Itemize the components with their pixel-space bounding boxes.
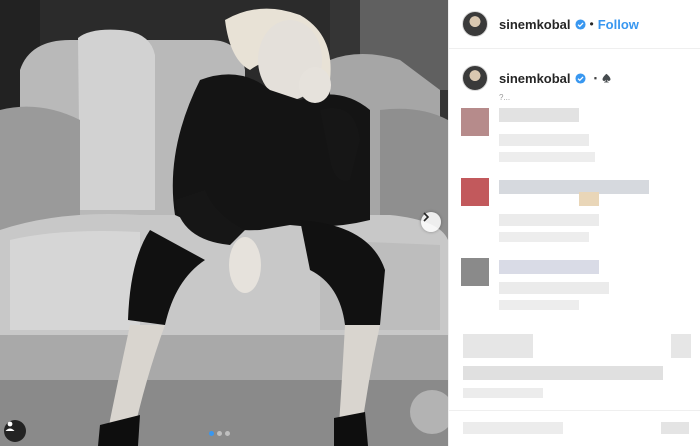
verified-badge-icon bbox=[574, 72, 586, 84]
verified-badge-icon bbox=[574, 18, 586, 30]
username-link[interactable]: sinemkobal bbox=[499, 17, 571, 32]
caption-username-link[interactable]: sinemkobal bbox=[499, 71, 571, 86]
chevron-right-icon bbox=[423, 212, 430, 222]
carousel-dot bbox=[225, 431, 230, 436]
header-separator: • bbox=[589, 17, 594, 31]
comment-text-blurred bbox=[499, 300, 579, 310]
comment-text-blurred bbox=[499, 108, 579, 122]
carousel-dot bbox=[217, 431, 222, 436]
likes-count-blurred bbox=[463, 366, 663, 380]
comment-text-blurred bbox=[499, 180, 649, 194]
comment-text-blurred bbox=[499, 152, 595, 162]
comment-avatar bbox=[461, 108, 489, 136]
comment-text-blurred bbox=[499, 260, 599, 274]
avatar[interactable] bbox=[462, 65, 488, 91]
comment-input-blurred[interactable] bbox=[449, 410, 700, 411]
person-tag-icon bbox=[5, 421, 15, 431]
action-icons-blurred bbox=[671, 334, 691, 358]
carousel-next-button[interactable] bbox=[421, 212, 441, 232]
tagged-users-button[interactable] bbox=[4, 420, 26, 442]
post-sidebar: sinemkobal • Follow sinemkobal ▪️♠️ ?... bbox=[448, 0, 700, 446]
comment-text-blurred bbox=[499, 214, 599, 226]
post-button-blurred[interactable] bbox=[661, 422, 689, 434]
action-icons-blurred bbox=[463, 334, 533, 358]
caption-time: ?... bbox=[499, 93, 511, 102]
comment-text-blurred bbox=[499, 232, 589, 242]
comment-avatar bbox=[461, 178, 489, 206]
post-date-blurred bbox=[463, 388, 543, 398]
carousel-dot bbox=[209, 431, 214, 436]
carousel-dots bbox=[209, 431, 230, 436]
comment-text-blurred bbox=[499, 282, 609, 294]
follow-button[interactable]: Follow bbox=[598, 17, 639, 32]
caption-text: ▪️♠️ bbox=[590, 73, 613, 83]
comment-avatar bbox=[461, 258, 489, 286]
avatar[interactable] bbox=[462, 11, 488, 37]
post-header: sinemkobal • Follow bbox=[449, 0, 700, 49]
caption: sinemkobal ▪️♠️ bbox=[449, 49, 700, 91]
post-photo[interactable] bbox=[0, 0, 448, 446]
comment-input-blurred[interactable] bbox=[463, 422, 563, 434]
comment-text-blurred bbox=[579, 192, 599, 206]
photo-scene bbox=[0, 0, 448, 446]
comment-text-blurred bbox=[499, 134, 589, 146]
